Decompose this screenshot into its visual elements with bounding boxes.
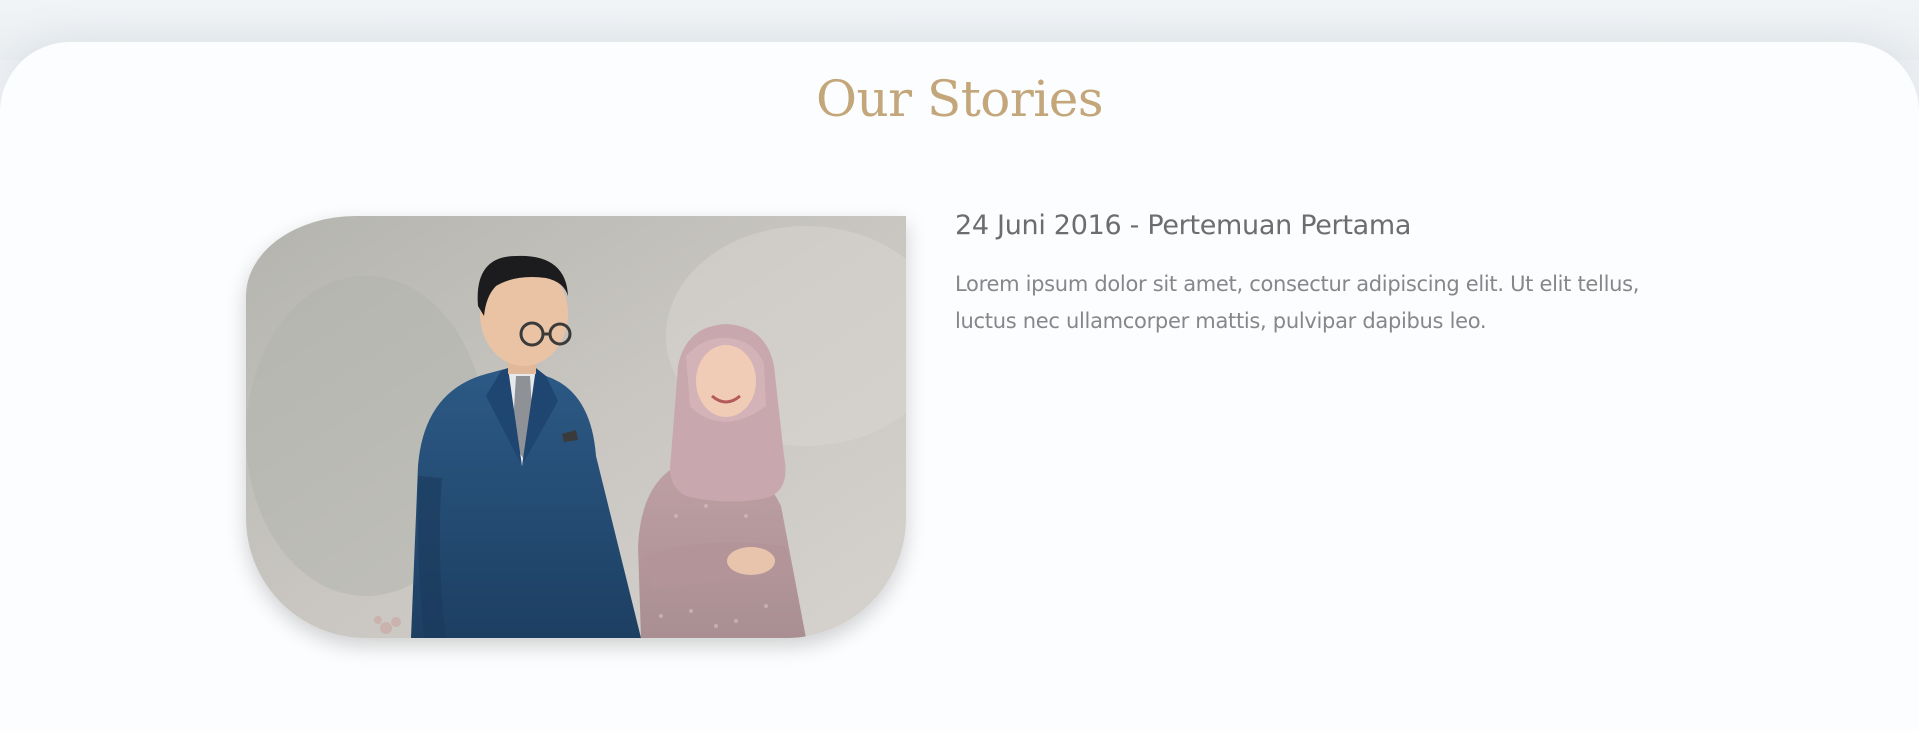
couple-photo-illustration	[246, 216, 906, 638]
story-date-heading: 24 Juni 2016 - Pertemuan Pertama	[955, 210, 1412, 241]
story-photo	[246, 216, 906, 638]
story-description: Lorem ipsum dolor sit amet, consectur ad…	[955, 272, 1640, 333]
our-stories-section: Our Stories 24 Juni 2016 - Pertemuan Per…	[0, 42, 1919, 731]
section-title: Our Stories	[815, 70, 1104, 128]
